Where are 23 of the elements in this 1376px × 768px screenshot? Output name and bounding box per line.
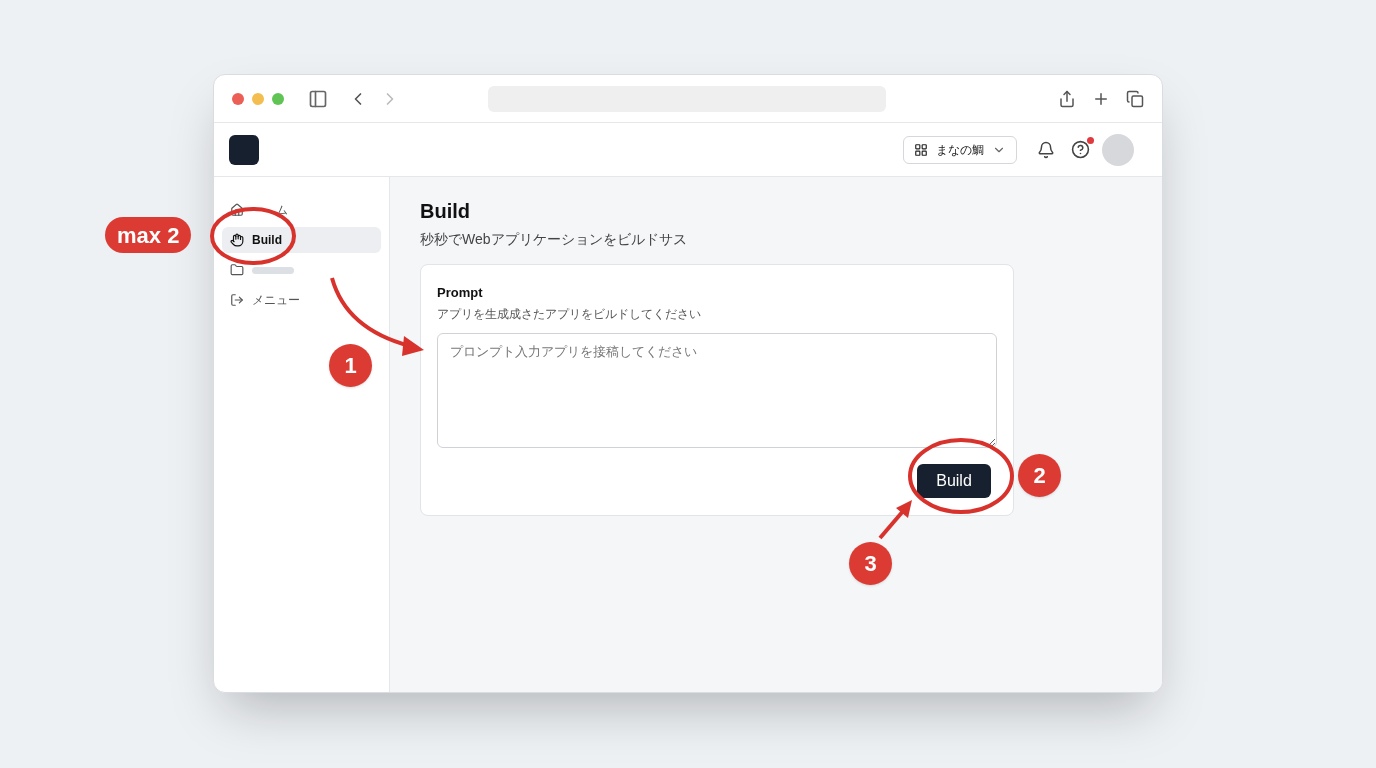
hand-icon	[230, 233, 244, 247]
folder-icon	[230, 263, 244, 277]
prompt-field[interactable]: プロンプト入力アプリを接稿してください	[437, 332, 997, 448]
grid-icon	[914, 142, 928, 157]
house-icon	[230, 203, 244, 217]
page-title: Build	[420, 201, 471, 221]
page-subtitle: 秒秒でWebアプリケーションをビルドサス	[420, 230, 688, 249]
share-icon[interactable]	[1058, 89, 1076, 108]
sidebar-item[interactable]: メニュー	[222, 287, 381, 313]
app-logo[interactable]	[229, 134, 259, 165]
help-icon[interactable]	[1071, 140, 1090, 159]
bell-icon[interactable]	[1037, 140, 1055, 159]
build-button[interactable]: Build	[917, 463, 991, 498]
placeholder-bar	[252, 266, 294, 274]
annotation-tag: max 2	[105, 217, 192, 253]
tabs-icon[interactable]	[1126, 89, 1144, 108]
exit-icon	[230, 293, 244, 307]
prompt-label: Prompt	[437, 284, 484, 302]
sidebar-icon[interactable]	[308, 88, 328, 109]
close-icon[interactable]	[232, 92, 244, 105]
sidebar-item[interactable]: Build	[222, 227, 381, 253]
prompt-description: アプリを生成成さたアプリをビルドしてください	[437, 305, 702, 323]
workspace-dropdown[interactable]: まなの鯛	[903, 135, 1017, 164]
